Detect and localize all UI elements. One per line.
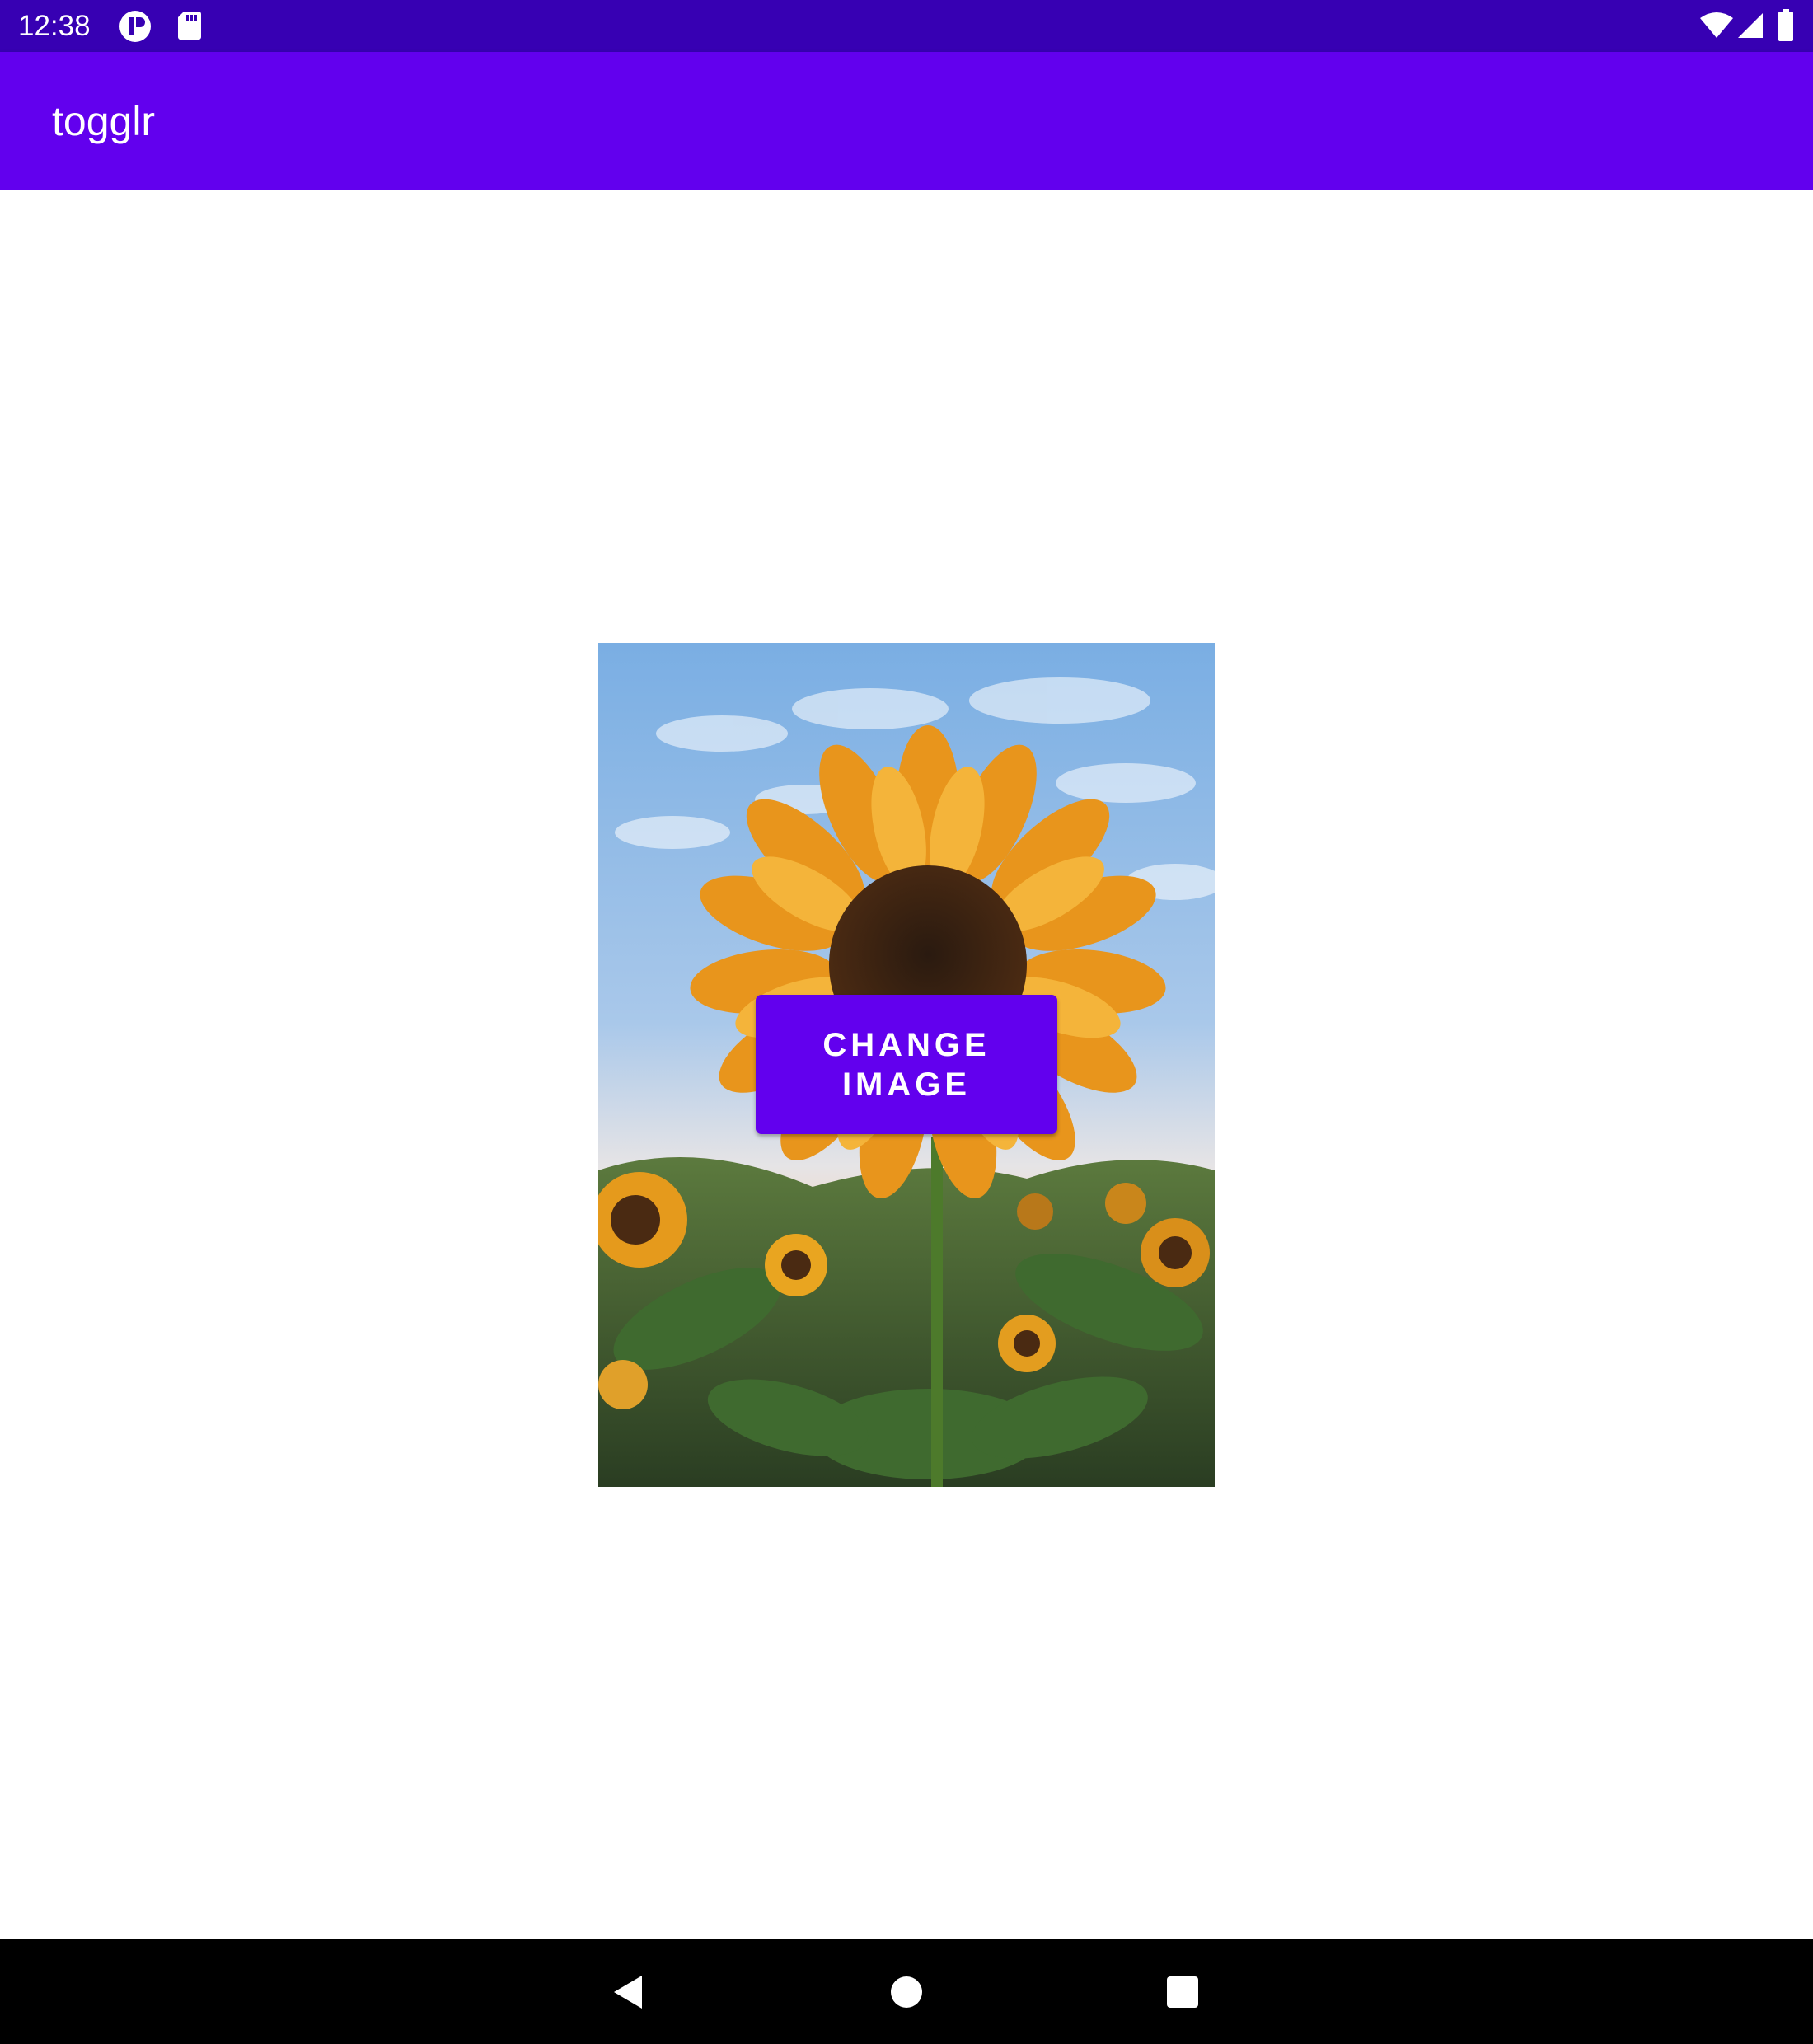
app-bar: togglr — [0, 52, 1813, 190]
sd-card-icon — [177, 10, 202, 45]
navigation-bar — [0, 1939, 1813, 2044]
main-content: CHANGE IMAGE — [0, 190, 1813, 1939]
app-title: togglr — [52, 98, 156, 144]
wifi-icon — [1700, 12, 1733, 43]
change-image-button[interactable]: CHANGE IMAGE — [756, 995, 1057, 1134]
signal-icon — [1736, 12, 1764, 43]
status-time: 12:38 — [18, 10, 91, 42]
status-bar: 12:38 — [0, 0, 1813, 52]
recents-icon[interactable] — [1141, 1939, 1224, 2044]
back-icon[interactable] — [587, 1939, 669, 2044]
screen: 12:38 togglr CHANGE IMAGE — [0, 0, 1813, 2044]
battery-icon — [1778, 9, 1794, 45]
home-icon[interactable] — [865, 1939, 948, 2044]
app-notification-icon — [118, 10, 152, 46]
